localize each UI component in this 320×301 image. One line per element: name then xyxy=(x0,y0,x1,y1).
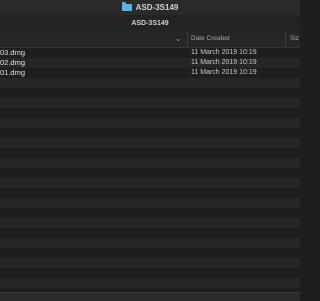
file-date-created: 11 March 2019 10:19 xyxy=(191,49,257,56)
empty-row xyxy=(0,138,300,148)
list-item[interactable]: 01.dmg 11 March 2019 10:19 xyxy=(0,68,300,78)
empty-row xyxy=(0,168,300,178)
folder-icon xyxy=(121,2,132,11)
empty-row xyxy=(0,108,300,118)
window-title-bar: ASD-3S149 xyxy=(0,0,300,15)
file-list: 03.dmg 11 March 2019 10:19 02.dmg 11 Mar… xyxy=(0,48,300,292)
empty-row xyxy=(0,228,300,238)
empty-row xyxy=(0,268,300,278)
file-date-created: 11 March 2019 10:19 xyxy=(191,59,257,66)
file-name: 01.dmg xyxy=(0,68,26,77)
empty-row xyxy=(0,218,300,228)
column-header-name[interactable]: ⌄ xyxy=(0,31,188,47)
chevron-down-icon[interactable]: ⌄ xyxy=(175,34,182,43)
file-date-created: 11 March 2019 10:19 xyxy=(191,69,257,76)
empty-row xyxy=(0,198,300,208)
empty-row xyxy=(0,208,300,218)
column-header: ⌄ Date Created Siz xyxy=(0,31,300,48)
list-item[interactable]: 03.dmg 11 March 2019 10:19 xyxy=(0,48,300,58)
empty-row xyxy=(0,238,300,248)
empty-row xyxy=(0,88,300,98)
empty-row xyxy=(0,248,300,258)
file-name: 03.dmg xyxy=(0,48,26,57)
empty-row xyxy=(0,278,300,288)
column-header-date-created[interactable]: Date Created xyxy=(188,31,286,47)
window-title: ASD-3S149 xyxy=(135,3,179,12)
empty-row xyxy=(0,158,300,168)
file-name: 02.dmg xyxy=(0,58,26,67)
empty-row xyxy=(0,188,300,198)
empty-row xyxy=(0,118,300,128)
empty-row xyxy=(0,78,300,88)
path-bar-label[interactable]: ASD-3S149 xyxy=(131,20,168,27)
path-bar: ASD-3S149 xyxy=(0,15,300,32)
empty-row xyxy=(0,258,300,268)
empty-row xyxy=(0,148,300,158)
empty-row xyxy=(0,128,300,138)
column-header-size[interactable]: Siz xyxy=(290,31,299,47)
list-item[interactable]: 02.dmg 11 March 2019 10:19 xyxy=(0,58,300,68)
empty-row xyxy=(0,98,300,108)
empty-row xyxy=(0,178,300,188)
